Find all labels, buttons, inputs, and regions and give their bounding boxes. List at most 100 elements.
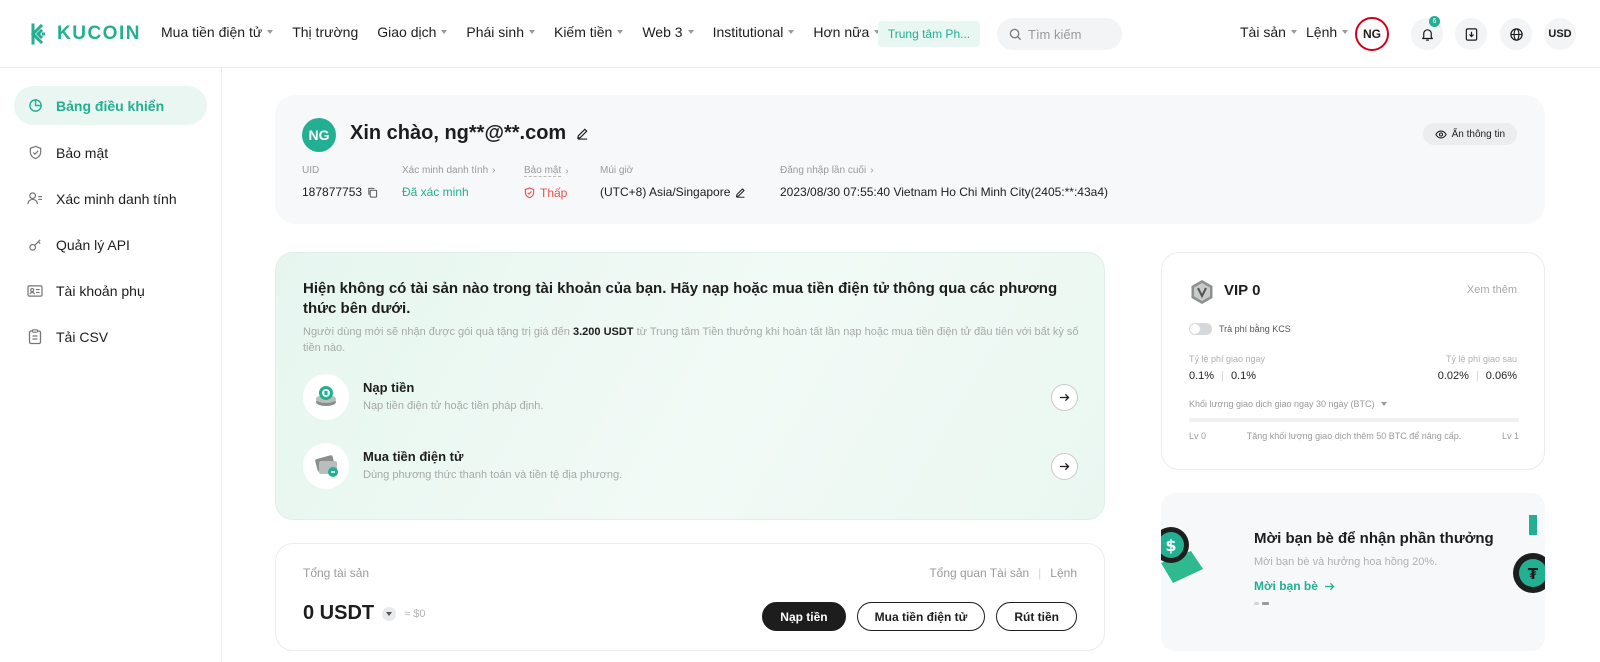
vip-level: VIP 0 [1224,282,1261,299]
nav-trade[interactable]: Giao dịch [377,24,448,40]
dashboard-icon [27,98,43,114]
edit-pencil-icon[interactable] [576,127,589,140]
vip-progress-bar [1189,418,1519,422]
desc-text: Người dùng mới sẽ nhận được gói quà tặng… [303,326,570,338]
volume-dropdown[interactable]: Khối lượng giao dịch giao ngay 30 ngày (… [1189,399,1387,409]
assets-label: Tài sản [1240,24,1286,40]
rewards-hub-button[interactable]: Trung tâm Ph... [878,21,980,47]
sidebar-item-security[interactable]: Bảo mật [14,133,207,172]
svg-text:$: $ [1165,536,1176,555]
chevron-down-icon [267,30,274,34]
last-login-value: 2023/08/30 07:55:40 Vietnam Ho Chi Minh … [780,185,1108,199]
timezone-value: (UTC+8) Asia/Singapore [600,185,731,199]
hide-info-button[interactable]: Ẩn thông tin [1422,123,1517,145]
nav-institutional[interactable]: Institutional [713,24,795,40]
deposit-option[interactable]: Nạp tiền Nạp tiền điện tử hoặc tiền pháp… [303,372,1078,422]
nav-label: Giao dịch [377,24,437,40]
sidebar-item-label: Bảng điều khiển [56,97,165,114]
kyc-block[interactable]: Xác minh danh tính › Đã xác minh [402,165,496,199]
greeting: Xin chào, ng**@**.com [350,122,589,145]
search-input[interactable] [1028,26,1113,42]
deposit-button[interactable]: Nạp tiền [762,602,846,631]
referral-banner[interactable]: $ ₮ Mời bạn bè để nhận phần thưởng Mời b… [1161,493,1545,651]
last-login-block[interactable]: Đăng nhập lần cuối › 2023/08/30 07:55:40 … [780,165,1108,199]
assets-overview-link[interactable]: Tổng quan Tài sản [929,566,1029,580]
nav-markets[interactable]: Thị trường [292,24,358,40]
profile-card: NG Xin chào, ng**@**.com Ẩn thông tin UI… [275,95,1545,224]
buy-crypto-card-icon [303,443,349,489]
carousel-dots [1254,602,1269,605]
kcs-fee-toggle[interactable] [1189,323,1212,335]
futures-fee-values: 0.02% | 0.06% [1438,370,1517,382]
currency-dropdown[interactable] [382,606,397,621]
nav-derivatives[interactable]: Phái sinh [466,24,535,40]
hide-info-label: Ẩn thông tin [1451,128,1505,140]
download-app-button[interactable] [1455,18,1487,50]
kucoin-logo-icon [30,23,45,45]
sidebar-item-sub-account[interactable]: Tài khoản phụ [14,271,207,310]
buy-arrow-button[interactable] [1051,453,1078,480]
nav-label: Institutional [712,24,784,40]
deposit-option-subtitle: Nạp tiền điện tử hoặc tiền pháp định. [363,400,544,412]
eye-icon [1434,130,1447,138]
chevron-right-icon: › [565,165,569,177]
withdraw-button[interactable]: Rút tiền [996,602,1077,631]
orders-menu[interactable]: Lệnh [1306,24,1349,40]
orders-link[interactable]: Lệnh [1050,566,1077,580]
nav-earn[interactable]: Kiếm tiền [554,24,624,40]
assets-menu[interactable]: Tài sản [1240,24,1297,40]
sidebar: Bảng điều khiển Bảo mật Xác minh danh tí… [0,68,222,662]
notification-count-badge: 6 [1429,16,1440,27]
vip-more-link[interactable]: Xem thêm [1467,284,1517,296]
sidebar-item-identity[interactable]: Xác minh danh tính [14,179,207,218]
total-assets-card: Tổng tài sản Tổng quan Tài sản | Lệnh 0 … [275,543,1105,651]
sidebar-item-label: Bảo mật [56,144,109,161]
copy-icon[interactable] [367,187,378,198]
futures-taker-fee: 0.06% [1485,370,1517,382]
edit-pencil-icon[interactable] [735,187,746,198]
deposit-arrow-button[interactable] [1051,384,1078,411]
nav-buy-crypto[interactable]: Mua tiền điện tử [161,24,274,40]
currency-button[interactable]: USD [1544,18,1576,50]
arrow-right-icon [1060,462,1070,471]
nav-more[interactable]: Hơn nữa [813,24,881,40]
bell-icon [1421,28,1433,41]
nav-label: Hơn nữa [813,24,870,40]
sidebar-item-label: Tài khoản phụ [56,282,145,299]
language-button[interactable] [1500,18,1532,50]
chevron-down-icon [788,30,795,34]
total-assets-label: Tổng tài sản [303,566,370,580]
dollar-coin-illustration: $ [1161,527,1203,583]
nav-label: Web 3 [642,24,683,40]
divider: | [1221,370,1224,382]
nav-web3[interactable]: Web 3 [642,24,694,40]
carousel-dot[interactable] [1254,602,1259,605]
buy-crypto-option[interactable]: Mua tiền điện tử Dùng phương thức thanh … [303,441,1078,491]
kcs-fee-label: Trả phí bằng KCS [1219,324,1291,334]
security-block[interactable]: Bảo mật › Thấp [524,165,569,200]
shield-warning-icon [524,187,535,199]
chevron-right-icon: › [870,165,874,176]
sidebar-item-dashboard[interactable]: Bảng điều khiển [14,86,207,125]
nav-label: Thị trường [292,24,359,40]
sidebar-item-api[interactable]: Quản lý API [14,225,207,264]
kucoin-logo[interactable]: KUCOIN [26,22,141,46]
arrow-right-icon [1060,393,1070,402]
uid-value: 187877753 [302,185,363,199]
chevron-down-icon [1342,30,1349,34]
search-box[interactable] [997,18,1122,50]
invite-friends-link[interactable]: Mời bạn bè [1254,579,1335,593]
asset-actions: Nạp tiền Mua tiền điện tử Rút tiền [762,602,1077,631]
sidebar-item-csv[interactable]: Tải CSV [14,317,207,356]
assets-links: Tổng quan Tài sản | Lệnh [929,566,1077,580]
arrow-right-icon [1324,582,1335,590]
greeting-text: Xin chào, ng**@**.com [350,122,567,144]
user-avatar-button[interactable]: NG [1355,17,1389,51]
globe-icon [1509,27,1523,41]
carousel-dot-active[interactable] [1262,602,1269,605]
chevron-down-icon [687,30,694,34]
invite-link-label: Mời bạn bè [1254,579,1318,593]
buy-crypto-button[interactable]: Mua tiền điện tử [856,602,986,631]
security-label: Bảo mật [524,165,562,177]
timezone-label: Múi giờ [600,165,634,176]
